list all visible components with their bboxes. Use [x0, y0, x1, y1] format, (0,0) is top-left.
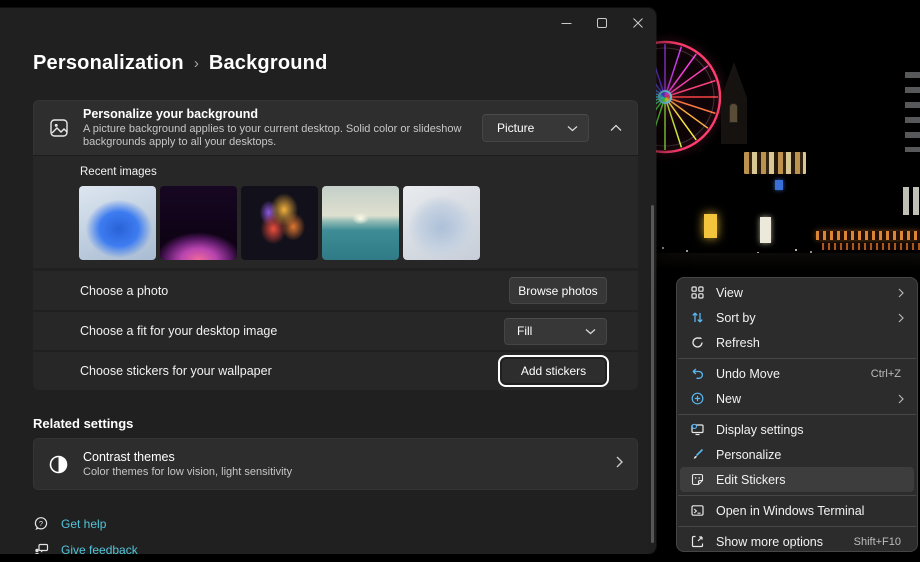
close-button[interactable]	[620, 8, 656, 38]
lit-building-windows	[744, 152, 806, 174]
grid-view-icon	[690, 286, 704, 300]
background-type-dropdown[interactable]: Picture	[482, 114, 589, 142]
fit-value: Fill	[517, 324, 532, 338]
choose-stickers-label: Choose stickers for your wallpaper	[80, 364, 498, 378]
contrast-themes-title: Contrast themes	[83, 450, 292, 464]
refresh-icon	[690, 336, 704, 350]
menu-separator	[678, 414, 916, 415]
background-type-value: Picture	[497, 121, 534, 135]
recent-images-section: Recent images	[33, 155, 638, 268]
desktop-context-menu: View Sort by Refresh	[676, 277, 918, 552]
get-help-link[interactable]: ? Get help	[33, 516, 106, 532]
recent-images-list	[79, 186, 480, 260]
help-bubble-icon: ?	[33, 516, 49, 532]
menu-item-sort-by[interactable]: Sort by	[680, 305, 914, 330]
choose-fit-label: Choose a fit for your desktop image	[80, 324, 504, 338]
collapse-expander-button[interactable]	[603, 115, 629, 141]
menu-item-show-more-options[interactable]: Show more options Shift+F10	[680, 529, 914, 552]
choose-stickers-row: Choose stickers for your wallpaper Add s…	[33, 352, 638, 390]
recent-image-abstract-flower[interactable]	[241, 186, 318, 260]
related-settings-heading: Related settings	[33, 416, 133, 431]
undo-icon	[690, 367, 704, 381]
submenu-chevron-icon	[898, 288, 904, 298]
shortcut-label: Ctrl+Z	[871, 368, 901, 380]
menu-item-display-settings[interactable]: Display settings	[680, 417, 914, 442]
chevron-up-icon	[610, 124, 622, 132]
submenu-chevron-icon	[898, 313, 904, 323]
string-lights-lower	[822, 243, 920, 250]
choose-fit-row: Choose a fit for your desktop image Fill	[33, 312, 638, 350]
svg-text:?: ?	[39, 519, 43, 528]
menu-separator	[678, 495, 916, 496]
personalize-background-card[interactable]: Personalize your background A picture ba…	[33, 100, 638, 155]
vertical-scrollbar[interactable]	[651, 205, 654, 543]
breadcrumb-separator: ›	[194, 55, 199, 72]
submenu-chevron-icon	[898, 394, 904, 404]
choose-photo-row: Choose a photo Browse photos	[33, 271, 638, 310]
add-stickers-focus-ring: Add stickers	[498, 355, 609, 387]
highrise-windows	[905, 72, 920, 152]
recent-images-label: Recent images	[80, 166, 157, 178]
personalize-brush-icon	[690, 448, 704, 462]
menu-item-open-terminal[interactable]: Open in Windows Terminal	[680, 498, 914, 523]
card-title: Personalize your background	[83, 107, 482, 121]
new-item-icon	[690, 392, 704, 406]
recent-image-river-sunrise[interactable]	[322, 186, 399, 260]
menu-item-new[interactable]: New	[680, 386, 914, 411]
picture-icon	[49, 118, 69, 138]
window-caption-buttons	[548, 8, 656, 38]
yellow-lit-sign	[704, 214, 717, 238]
terminal-icon	[690, 504, 704, 518]
choose-photo-label: Choose a photo	[80, 284, 509, 298]
get-help-label: Get help	[61, 517, 106, 531]
recent-image-bloom-light[interactable]	[403, 186, 480, 260]
fit-dropdown[interactable]: Fill	[504, 318, 607, 345]
feedback-icon	[33, 542, 49, 554]
maximize-button[interactable]	[584, 8, 620, 38]
menu-separator	[678, 358, 916, 359]
string-lights	[816, 231, 920, 240]
give-feedback-link[interactable]: Give feedback	[33, 542, 138, 554]
sort-icon	[690, 311, 704, 325]
chevron-right-icon	[616, 455, 623, 473]
menu-item-undo-move[interactable]: Undo Move Ctrl+Z	[680, 361, 914, 386]
show-more-icon	[690, 535, 704, 549]
recent-image-purple-glow[interactable]	[160, 186, 237, 260]
add-stickers-button[interactable]: Add stickers	[502, 359, 605, 383]
mid-building-windows	[903, 187, 920, 215]
minimize-button[interactable]	[548, 8, 584, 38]
menu-item-refresh[interactable]: Refresh	[680, 330, 914, 355]
browse-photos-button[interactable]: Browse photos	[509, 277, 607, 304]
recent-image-windows-bloom-blue[interactable]	[79, 186, 156, 260]
contrast-themes-description: Color themes for low vision, light sensi…	[83, 466, 292, 478]
white-lit-window	[760, 217, 771, 243]
page-title: Background	[209, 52, 328, 75]
screenshot-root: Personalization › Background Personalize…	[0, 0, 920, 562]
screen-bottom-edge	[0, 554, 920, 562]
chevron-down-icon	[567, 125, 578, 132]
contrast-themes-card[interactable]: Contrast themes Color themes for low vis…	[33, 438, 638, 490]
chevron-down-icon	[585, 328, 596, 335]
menu-item-view[interactable]: View	[680, 280, 914, 305]
settings-window: Personalization › Background Personalize…	[0, 8, 656, 554]
display-settings-icon	[690, 423, 704, 437]
church-tower-silhouette	[721, 62, 748, 142]
breadcrumb-personalization[interactable]: Personalization	[33, 52, 184, 75]
sticker-icon	[690, 473, 704, 487]
menu-item-edit-stickers[interactable]: Edit Stickers	[680, 467, 914, 492]
contrast-icon	[49, 455, 68, 474]
menu-item-personalize[interactable]: Personalize	[680, 442, 914, 467]
ground-silhouette	[655, 253, 920, 273]
shortcut-label: Shift+F10	[854, 536, 901, 548]
blue-lit-window	[775, 180, 783, 190]
breadcrumb: Personalization › Background	[33, 52, 328, 75]
give-feedback-label: Give feedback	[61, 543, 138, 554]
street-lamps	[662, 247, 664, 249]
menu-separator	[678, 526, 916, 527]
card-description: A picture background applies to your cur…	[83, 123, 482, 150]
